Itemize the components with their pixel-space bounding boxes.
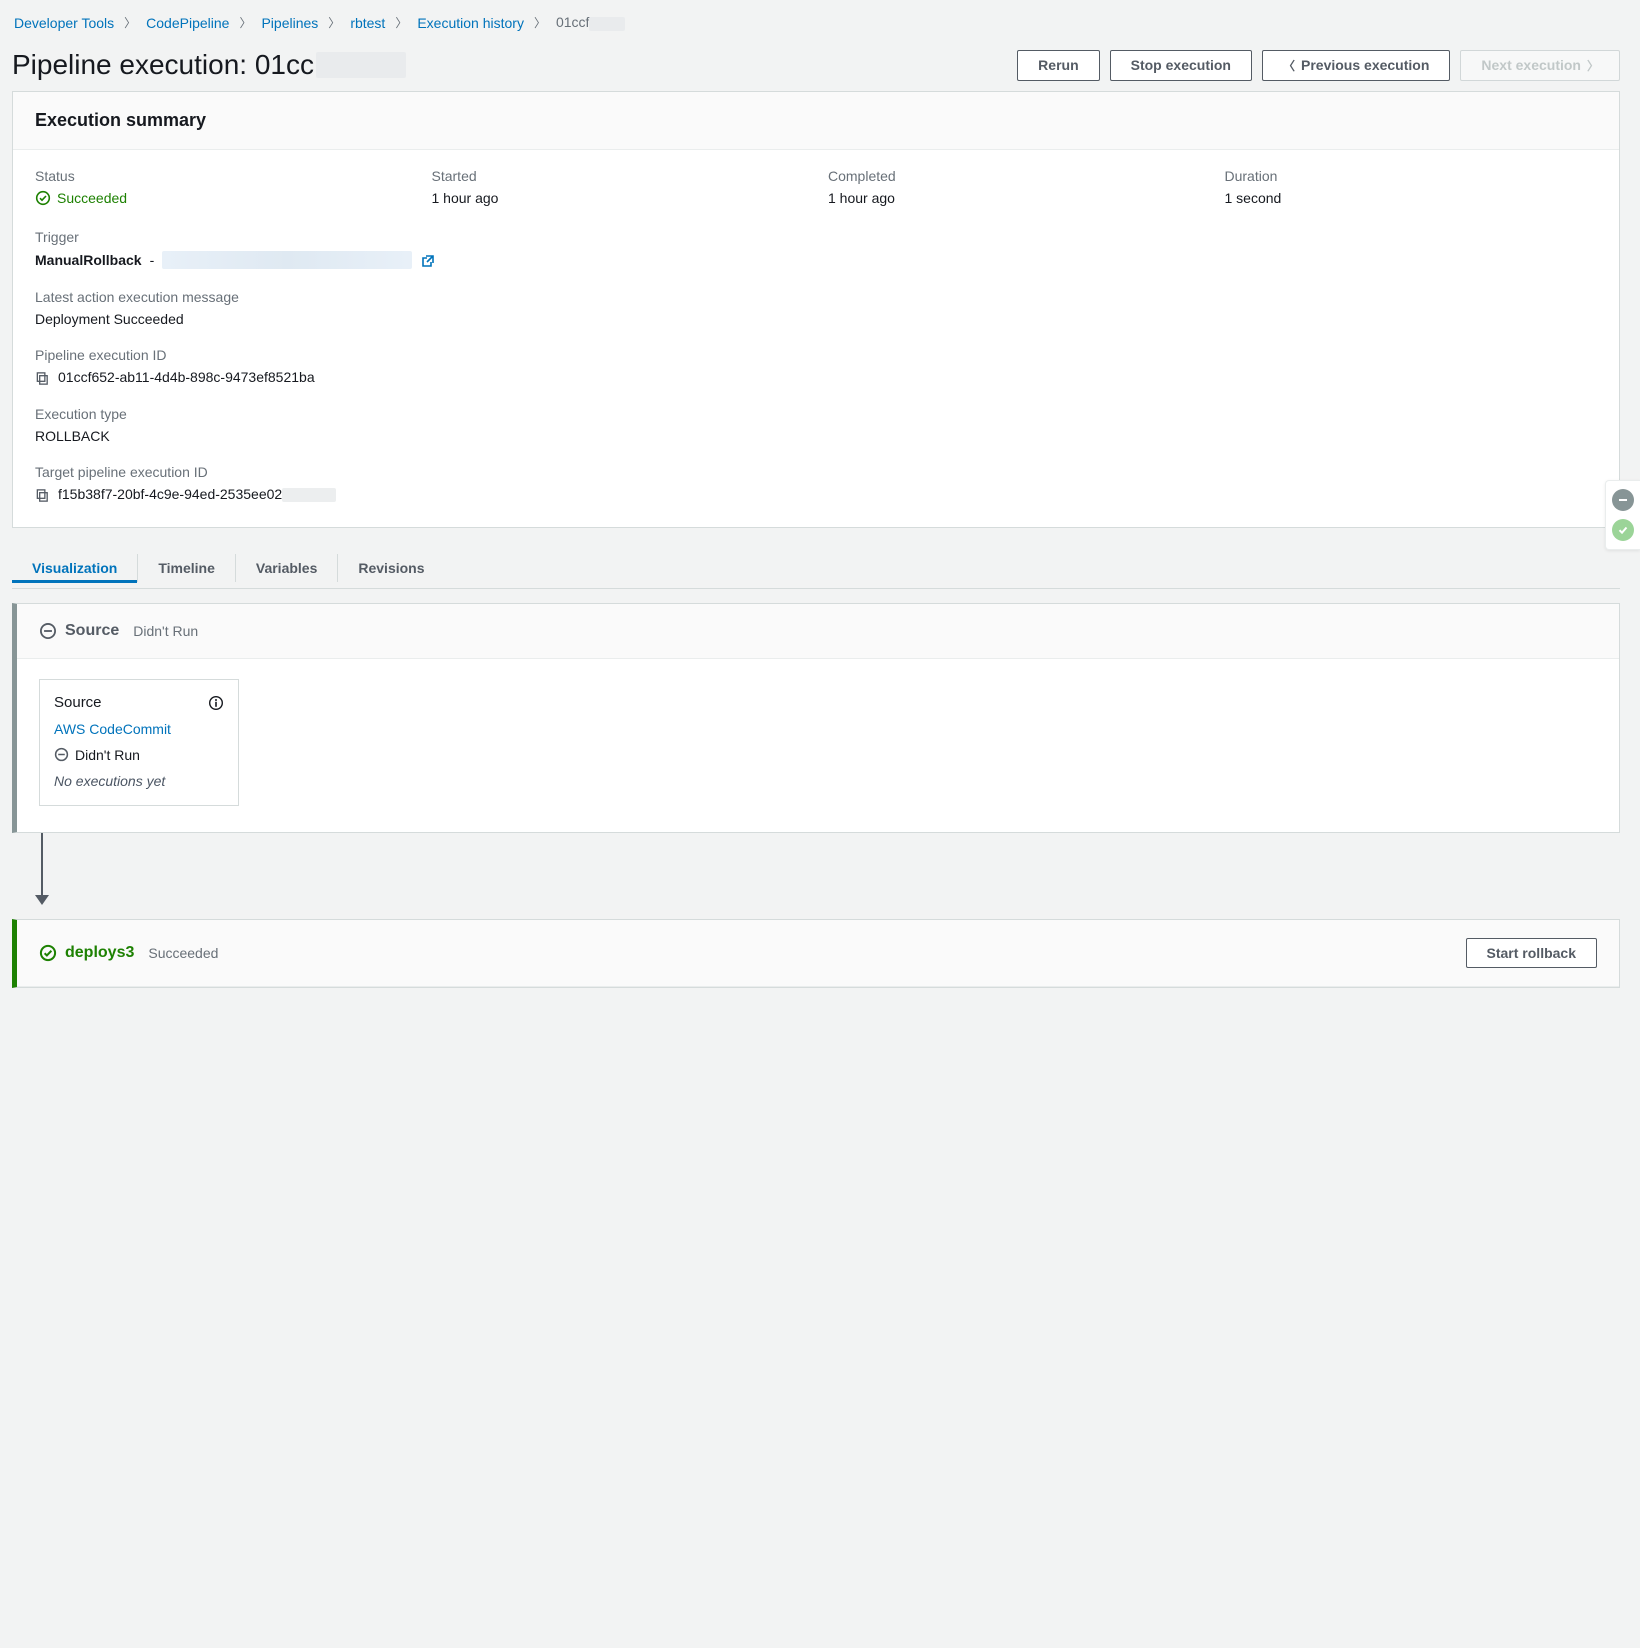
check-circle-icon — [39, 944, 57, 962]
action-card-source: Source AWS CodeCommit Didn't Run No exec… — [39, 679, 239, 806]
started-label: Started — [432, 168, 805, 184]
execution-summary-title: Execution summary — [35, 110, 1597, 131]
crumb-pipelines[interactable]: Pipelines — [261, 15, 318, 31]
completed-label: Completed — [828, 168, 1201, 184]
stage-deploy-status: Succeeded — [148, 945, 218, 961]
tab-revisions[interactable]: Revisions — [338, 548, 444, 588]
chevron-right-icon: 〉 — [239, 14, 251, 31]
chevron-left-icon: 〈 — [1283, 57, 1295, 74]
stage-deploy-name: deploys3 — [39, 944, 134, 962]
rerun-button[interactable]: Rerun — [1017, 50, 1099, 81]
stop-execution-button[interactable]: Stop execution — [1110, 50, 1252, 81]
chevron-right-icon: 〉 — [1587, 57, 1599, 74]
crumb-devtools[interactable]: Developer Tools — [14, 15, 114, 31]
exec-id-value: 01ccf652-ab11-4d4b-898c-9473ef8521ba — [58, 369, 315, 385]
chevron-right-icon: 〉 — [395, 14, 407, 31]
exec-id-label: Pipeline execution ID — [35, 347, 1597, 363]
copy-icon[interactable] — [35, 486, 50, 503]
action-noexec: No executions yet — [54, 773, 224, 789]
minus-circle-icon — [39, 622, 57, 640]
action-provider-link[interactable]: AWS CodeCommit — [54, 721, 171, 737]
header-actions: Rerun Stop execution 〈 Previous executio… — [1017, 50, 1620, 81]
latest-msg-label: Latest action execution message — [35, 289, 1597, 305]
external-link-icon[interactable] — [420, 251, 436, 268]
status-label: Status — [35, 168, 408, 184]
chevron-right-icon: 〉 — [124, 14, 136, 31]
stage-source-name: Source — [39, 622, 119, 640]
started-value: 1 hour ago — [432, 190, 805, 206]
check-circle-icon[interactable] — [1612, 519, 1634, 541]
exec-type-label: Execution type — [35, 406, 1597, 422]
action-status: Didn't Run — [54, 747, 224, 763]
previous-execution-button[interactable]: 〈 Previous execution — [1262, 50, 1450, 81]
completed-value: 1 hour ago — [828, 190, 1201, 206]
duration-label: Duration — [1225, 168, 1598, 184]
crumb-exec-history[interactable]: Execution history — [417, 15, 524, 31]
stage-deploys3: deploys3 Succeeded Start rollback — [12, 919, 1620, 988]
trigger-label: Trigger — [35, 229, 1597, 245]
detail-tabs: Visualization Timeline Variables Revisio… — [12, 548, 1620, 589]
minus-circle-icon — [54, 747, 69, 762]
next-execution-button: Next execution 〉 — [1460, 50, 1620, 81]
status-widget — [1605, 480, 1640, 550]
tab-visualization[interactable]: Visualization — [12, 554, 138, 582]
chevron-right-icon: 〉 — [328, 14, 340, 31]
start-rollback-button[interactable]: Start rollback — [1466, 938, 1597, 968]
trigger-value: ManualRollback - — [35, 251, 1597, 269]
target-id-value: f15b38f7-20bf-4c9e-94ed-2535ee02 — [58, 486, 336, 502]
exec-type-value: ROLLBACK — [35, 428, 1597, 444]
crumb-codepipeline[interactable]: CodePipeline — [146, 15, 229, 31]
target-id-label: Target pipeline execution ID — [35, 464, 1597, 480]
info-icon[interactable] — [208, 694, 224, 711]
status-value: Succeeded — [35, 190, 127, 206]
duration-value: 1 second — [1225, 190, 1598, 206]
chevron-right-icon: 〉 — [534, 14, 546, 31]
arrow-down-icon — [30, 833, 54, 905]
crumb-rbtest[interactable]: rbtest — [350, 15, 385, 31]
tab-timeline[interactable]: Timeline — [138, 554, 236, 582]
page-title: Pipeline execution: 01cc — [12, 49, 406, 81]
minus-circle-icon[interactable] — [1612, 489, 1634, 511]
check-circle-icon — [35, 190, 51, 206]
stage-source: Source Didn't Run Source AWS CodeCommit … — [12, 603, 1620, 833]
action-title: Source — [54, 694, 102, 711]
copy-icon[interactable] — [35, 369, 50, 386]
execution-summary-panel: Execution summary Status Succeeded Start… — [12, 91, 1620, 528]
crumb-current: 01ccf — [556, 14, 625, 30]
tab-variables[interactable]: Variables — [236, 554, 339, 582]
breadcrumb: Developer Tools 〉 CodePipeline 〉 Pipelin… — [12, 12, 1620, 49]
stage-source-status: Didn't Run — [133, 623, 198, 639]
latest-msg-value: Deployment Succeeded — [35, 311, 1597, 327]
